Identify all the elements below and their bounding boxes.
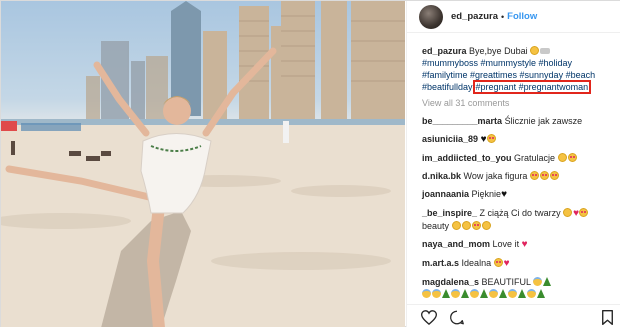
heart-eyes-emoji-icon [549, 171, 559, 180]
angel-emoji-icon [527, 289, 536, 298]
smile-emoji-icon [481, 221, 491, 230]
comment-username[interactable]: be_________marta [422, 116, 502, 126]
angel-emoji-icon [489, 289, 498, 298]
comment-text: Wow jaka figura [463, 171, 528, 181]
tree-emoji-icon [480, 289, 488, 298]
smile-emoji-icon [563, 208, 573, 217]
comment: naya_and_mom Love it ♥ [422, 238, 620, 251]
comment: d.nika.bk Wow jaka figura [422, 170, 620, 182]
smile-emoji-icon [557, 153, 567, 162]
beach-photo-illustration [1, 1, 405, 327]
angel-emoji-icon [508, 289, 517, 298]
angel-emoji-icon [451, 289, 460, 298]
caption-hashtags-pregnant[interactable]: #pregnant #pregnantwoman [476, 82, 589, 92]
comment-username[interactable]: im_addiicted_to_you [422, 153, 512, 163]
post-frame: ed_pazura • Follow ed_pazura Bye,bye Dub… [0, 0, 620, 327]
comment-text: Gratulacje [514, 153, 556, 163]
comment: joannaania Pięknie♥ [422, 188, 620, 201]
red-heart-emoji-icon: ♥ [521, 239, 528, 250]
tree-emoji-icon [518, 289, 526, 298]
heart-eyes-emoji-icon [539, 171, 549, 180]
header-username[interactable]: ed_pazura [451, 11, 498, 22]
tree-emoji-icon [461, 289, 469, 298]
heart-eyes-emoji-icon [486, 134, 496, 143]
follow-button[interactable]: Follow [507, 11, 537, 22]
comment-username[interactable]: m.art.a.s [422, 258, 459, 268]
bookmark-icon[interactable] [601, 310, 614, 327]
caption-username[interactable]: ed_pazura [422, 46, 467, 56]
smile-emoji-icon [461, 221, 471, 230]
comment-text: Pięknie [471, 189, 502, 199]
angel-emoji-icon [470, 289, 479, 298]
comment: _be_inspire_ Z ciążą Ci do twarzy ♥ beau… [422, 207, 620, 232]
comment-text: BEAUTIFUL [481, 277, 531, 287]
black-heart-emoji-icon: ♥ [480, 134, 487, 145]
post-header: ed_pazura • Follow [407, 1, 620, 33]
comment-text: Love it [492, 239, 520, 249]
comment: m.art.a.s Idealna ♥ [422, 257, 620, 270]
angel-emoji-icon [422, 289, 431, 298]
post-photo[interactable] [1, 1, 405, 327]
heart-eyes-emoji-icon [471, 221, 481, 230]
tree-emoji-icon [442, 289, 450, 298]
heart-outline-icon[interactable] [420, 310, 438, 327]
comment: be_________marta Ślicznie jak zawsze [422, 115, 620, 127]
comment-username[interactable]: asiuniciia_89 [422, 134, 478, 144]
post-actions-bar [407, 304, 620, 327]
heart-eyes-emoji-icon [567, 153, 577, 162]
tree-emoji-icon [537, 289, 545, 298]
comment-bubble-icon[interactable] [449, 310, 465, 327]
caption-hashtags-1[interactable]: #mummyboss #mummystyle #holiday [422, 58, 572, 68]
separator-dot: • [501, 11, 505, 22]
highlighted-hashtags-box: #pregnant #pregnantwoman [472, 80, 592, 94]
heart-eyes-emoji-icon [529, 171, 539, 180]
angel-emoji-icon [533, 277, 543, 286]
comments-list: ed_pazura Bye,bye Dubai #mummyboss #mumm… [422, 45, 620, 300]
comment-username[interactable]: naya_and_mom [422, 239, 490, 249]
smile-emoji-icon [451, 221, 461, 230]
red-heart-emoji-icon: ♥ [503, 258, 510, 269]
black-heart-emoji-icon: ♥ [501, 189, 507, 200]
post-sidebar: ed_pazura • Follow ed_pazura Bye,bye Dub… [406, 1, 620, 327]
comment: magdalena_s BEAUTIFUL [422, 276, 620, 300]
tree-emoji-icon [499, 289, 507, 298]
comment-text: Z ciążą Ci do twarzy [479, 208, 561, 218]
comment: asiuniciia_89 ♥ [422, 133, 620, 146]
comment-text: Ślicznie jak zawsze [504, 116, 583, 126]
heart-eyes-emoji-icon [493, 258, 503, 267]
comment-username[interactable]: joannaania [422, 189, 469, 199]
comment-text: Idealna [461, 258, 492, 268]
angel-emoji-icon [432, 289, 441, 298]
tree-emoji-icon [543, 277, 552, 286]
view-all-comments-link[interactable]: View all 31 comments [422, 97, 620, 109]
car-emoji-icon [540, 48, 551, 54]
avatar[interactable] [419, 4, 443, 29]
comment: im_addiicted_to_you Gratulacje [422, 152, 620, 164]
comment-username[interactable]: magdalena_s [422, 277, 479, 287]
caption-text: Bye,bye Dubai [469, 46, 528, 56]
heart-eyes-emoji-icon [579, 208, 589, 217]
caption-hashtag-beatifullday[interactable]: #beatifullday [422, 82, 473, 92]
comment-username[interactable]: _be_inspire_ [422, 208, 477, 218]
post-caption: ed_pazura Bye,bye Dubai #mummyboss #mumm… [422, 45, 620, 94]
sun-emoji-icon [530, 46, 540, 55]
caption-hashtags-2[interactable]: #familytime #greattimes #sunnyday #beach [422, 70, 595, 80]
comment-username[interactable]: d.nika.bk [422, 171, 461, 181]
comment-text-continued: beauty [422, 221, 450, 231]
